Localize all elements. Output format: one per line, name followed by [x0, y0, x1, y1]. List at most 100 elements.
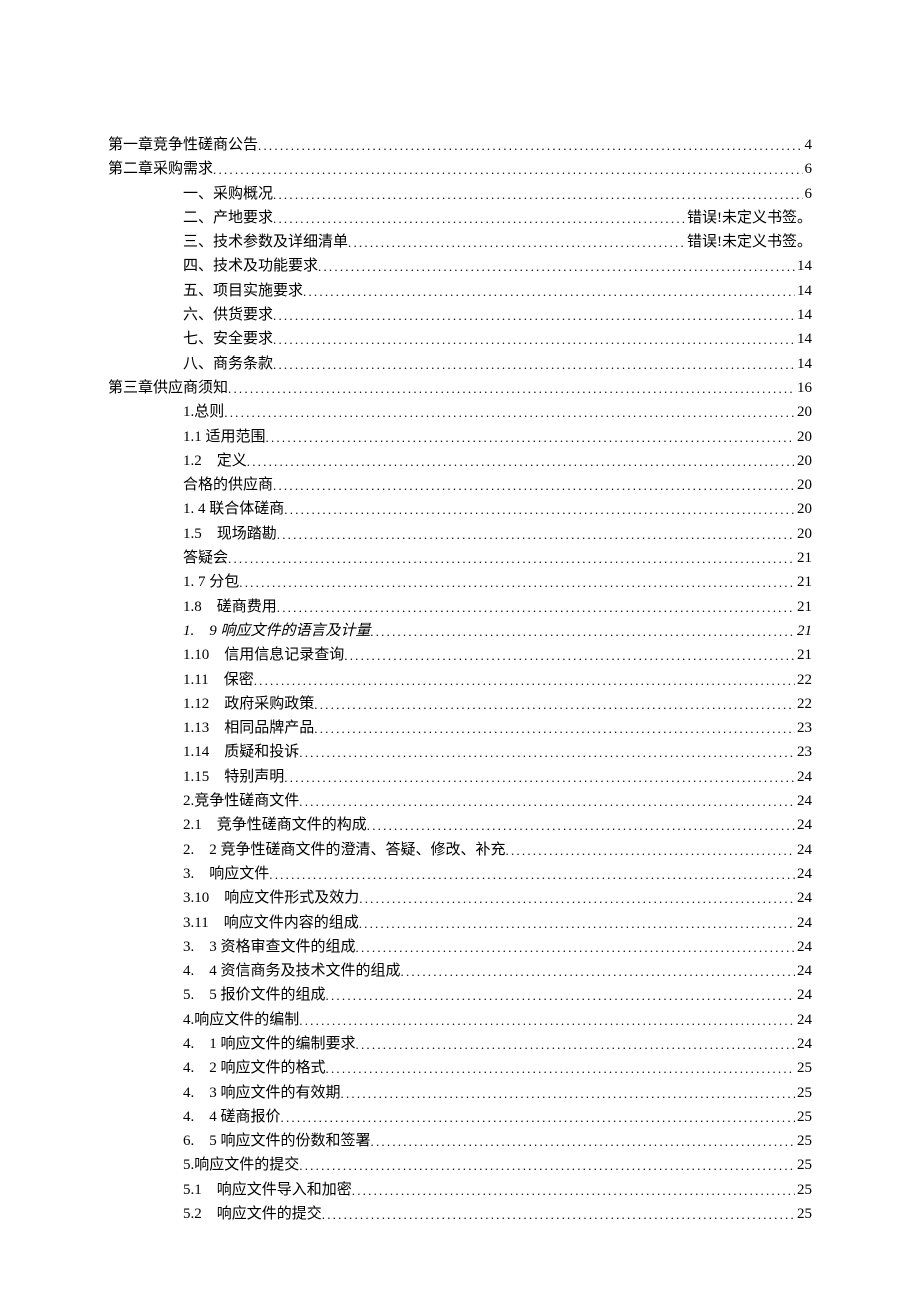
- toc-label: 三、技术参数及详细清单: [183, 235, 348, 250]
- toc-entry[interactable]: 2.1 竞争性磋商文件的构成24: [108, 818, 812, 834]
- toc-entry[interactable]: 1.1 适用范围20: [108, 430, 812, 446]
- toc-entry[interactable]: 1. 9 响应文件的语言及计量21: [108, 624, 812, 640]
- toc-label: 3.10 响应文件形式及效力: [183, 891, 359, 906]
- toc-entry[interactable]: 1.10 信用信息记录查询21: [108, 648, 812, 664]
- toc-entry[interactable]: 6. 5 响应文件的份数和签署25: [108, 1134, 812, 1150]
- toc-entry[interactable]: 1.8 磋商费用21: [108, 600, 812, 616]
- toc-page-number: 14: [795, 332, 812, 347]
- toc-entry[interactable]: 5.2 响应文件的提交25: [108, 1207, 812, 1223]
- toc-page-number: 20: [795, 405, 812, 420]
- toc-leader-dots: [314, 698, 795, 711]
- toc-label: 四、技术及功能要求: [183, 259, 318, 274]
- toc-entry[interactable]: 1.15 特别声明 24: [108, 770, 812, 786]
- toc-entry[interactable]: 2. 2 竞争性磋商文件的澄清、答疑、修改、补充24: [108, 843, 812, 859]
- toc-entry[interactable]: 八、商务条款14: [108, 357, 812, 373]
- toc-label: 1.总则: [183, 405, 224, 420]
- toc-page-number: 20: [795, 502, 812, 517]
- toc-page-number: 25: [795, 1110, 812, 1125]
- toc-label: 4.响应文件的编制: [183, 1013, 299, 1028]
- toc-entry[interactable]: 3. 响应文件24: [108, 867, 812, 883]
- toc-page-number: 14: [795, 357, 812, 372]
- toc-entry[interactable]: 3. 3 资格审查文件的组成24: [108, 940, 812, 956]
- toc-page-number: 4: [803, 138, 813, 153]
- toc-entry[interactable]: 第三章供应商须知16: [108, 381, 812, 397]
- toc-page-number: 22: [795, 697, 812, 712]
- toc-page-number: 6: [803, 162, 813, 177]
- toc-label: 1.12 政府采购政策: [183, 697, 314, 712]
- toc-leader-dots: [239, 576, 795, 589]
- toc-label: 第二章采购需求: [108, 162, 213, 177]
- toc-entry[interactable]: 1.12 政府采购政策 22: [108, 697, 812, 713]
- toc-entry[interactable]: 1.2 定义20: [108, 454, 812, 470]
- toc-leader-dots: [277, 601, 795, 614]
- toc-entry[interactable]: 4. 3 响应文件的有效期25: [108, 1086, 812, 1102]
- toc-leader-dots: [322, 1208, 795, 1221]
- toc-entry[interactable]: 3.10 响应文件形式及效力24: [108, 891, 812, 907]
- toc-label: 5. 5 报价文件的组成: [183, 988, 326, 1003]
- toc-leader-dots: [269, 868, 795, 881]
- toc-page-number: 24: [795, 964, 812, 979]
- toc-page-number: 20: [795, 527, 812, 542]
- toc-entry[interactable]: 五、项目实施要求14: [108, 284, 812, 300]
- toc-entry[interactable]: 1.总则 20: [108, 405, 812, 421]
- toc-entry[interactable]: 1.13 相同品牌产品23: [108, 721, 812, 737]
- toc-entry[interactable]: 1. 7 分包21: [108, 575, 812, 591]
- toc-entry[interactable]: 3.11 响应文件内容的组成24: [108, 916, 812, 932]
- toc-entry[interactable]: 四、技术及功能要求14: [108, 259, 812, 275]
- toc-page-number: 20: [795, 430, 812, 445]
- toc-entry[interactable]: 4.响应文件的编制24: [108, 1013, 812, 1029]
- toc-leader-dots: [281, 1111, 795, 1124]
- toc-entry[interactable]: 1.14 质疑和投诉23: [108, 745, 812, 761]
- toc-leader-dots: [352, 1184, 795, 1197]
- toc-leader-dots: [273, 309, 795, 322]
- toc-page-number: 24: [795, 794, 812, 809]
- toc-entry[interactable]: 1.5 现场踏勘20: [108, 527, 812, 543]
- toc-entry[interactable]: 合格的供应商20: [108, 478, 812, 494]
- table-of-contents: 第一章竞争性磋商公告4第二章采购需求6一、采购概况6二、产地要求错误!未定义书签…: [108, 138, 812, 1223]
- toc-page-number: 24: [795, 843, 812, 858]
- toc-label: 1. 7 分包: [183, 575, 239, 590]
- toc-page-number: 21: [795, 551, 812, 566]
- toc-leader-dots: [277, 528, 795, 541]
- toc-label: 1. 4 联合体磋商: [183, 502, 284, 517]
- toc-label: 4. 2 响应文件的格式: [183, 1061, 326, 1076]
- toc-page-number: 24: [795, 916, 812, 931]
- toc-entry[interactable]: 5. 5 报价文件的组成24: [108, 988, 812, 1004]
- toc-entry[interactable]: 5.1 响应文件导入和加密25: [108, 1183, 812, 1199]
- toc-entry[interactable]: 七、安全要求 14: [108, 332, 812, 348]
- toc-entry[interactable]: 4. 4 资信商务及技术文件的组成24: [108, 964, 812, 980]
- toc-entry[interactable]: 5.响应文件的提交25: [108, 1158, 812, 1174]
- toc-label: 七、安全要求: [183, 332, 273, 347]
- toc-entry[interactable]: 三、技术参数及详细清单错误!未定义书签。: [108, 235, 812, 251]
- toc-label: 答疑会: [183, 551, 228, 566]
- toc-label: 3. 3 资格审查文件的组成: [183, 940, 356, 955]
- toc-leader-dots: [228, 382, 795, 395]
- toc-page-number: 25: [795, 1086, 812, 1101]
- toc-entry[interactable]: 二、产地要求错误!未定义书签。: [108, 211, 812, 227]
- toc-entry[interactable]: 答疑会 21: [108, 551, 812, 567]
- toc-page-number: 6: [803, 187, 813, 202]
- toc-entry[interactable]: 4. 1 响应文件的编制要求24: [108, 1037, 812, 1053]
- toc-entry[interactable]: 2.竞争性磋商文件24: [108, 794, 812, 810]
- toc-entry[interactable]: 4. 2 响应文件的格式25: [108, 1061, 812, 1077]
- toc-entry[interactable]: 4. 4 磋商报价 25: [108, 1110, 812, 1126]
- toc-label: 1.10 信用信息记录查询: [183, 648, 344, 663]
- toc-page-number: 14: [795, 284, 812, 299]
- toc-entry[interactable]: 六、供货要求14: [108, 308, 812, 324]
- toc-page-number: 24: [795, 770, 812, 785]
- toc-entry[interactable]: 第二章采购需求 6: [108, 162, 812, 178]
- toc-label: 3. 响应文件: [183, 867, 269, 882]
- toc-leader-dots: [326, 989, 795, 1002]
- toc-page-number: 24: [795, 1037, 812, 1052]
- toc-entry[interactable]: 第一章竞争性磋商公告4: [108, 138, 812, 154]
- toc-entry[interactable]: 一、采购概况6: [108, 187, 812, 203]
- toc-entry[interactable]: 1.11 保密22: [108, 673, 812, 689]
- toc-label: 1.11 保密: [183, 673, 254, 688]
- toc-label: 1.15 特别声明: [183, 770, 284, 785]
- toc-page-number: 23: [795, 745, 812, 760]
- toc-entry[interactable]: 1. 4 联合体磋商 20: [108, 502, 812, 518]
- toc-page-number: 25: [795, 1158, 812, 1173]
- toc-page-number: 25: [795, 1207, 812, 1222]
- toc-page-number: 20: [795, 454, 812, 469]
- toc-label: 4. 4 磋商报价: [183, 1110, 281, 1125]
